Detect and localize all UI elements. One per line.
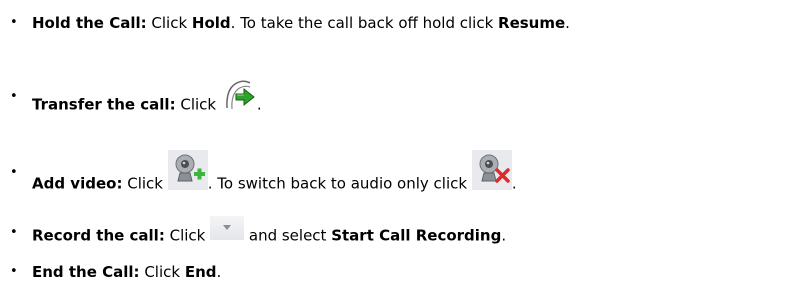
item-text: End the Call: Click End. xyxy=(32,263,222,281)
end-term: End xyxy=(184,263,217,281)
remove-video-icon xyxy=(471,150,512,190)
bullet: • xyxy=(10,15,18,30)
item-text: Hold the Call: Click Hold. To take the c… xyxy=(32,14,570,32)
instructions-page: { "items": [ { "label": "Hold the Call:"… xyxy=(0,0,809,286)
bullet: • xyxy=(10,225,18,240)
bullet: • xyxy=(10,89,18,104)
item-label: Record the call: xyxy=(32,226,165,245)
bullet: • xyxy=(10,165,18,180)
transfer-call-icon xyxy=(223,78,257,112)
item-text: Transfer the call: Click . xyxy=(32,80,262,122)
bullet: • xyxy=(10,264,18,279)
item-text: Record the call: Click and select Start … xyxy=(32,216,506,248)
item-text: Add video: Click . To switch back to aud… xyxy=(32,150,517,204)
hold-term: Hold xyxy=(191,14,231,32)
dropdown-arrow-icon xyxy=(210,216,245,240)
item-label: End the Call: xyxy=(32,263,140,281)
item-label: Add video: xyxy=(32,174,123,193)
resume-term: Resume xyxy=(498,14,566,32)
start-call-recording-term: Start Call Recording xyxy=(331,226,502,245)
add-video-icon xyxy=(167,150,208,190)
item-label: Transfer the call: xyxy=(32,95,176,114)
item-label: Hold the Call: xyxy=(32,14,147,32)
